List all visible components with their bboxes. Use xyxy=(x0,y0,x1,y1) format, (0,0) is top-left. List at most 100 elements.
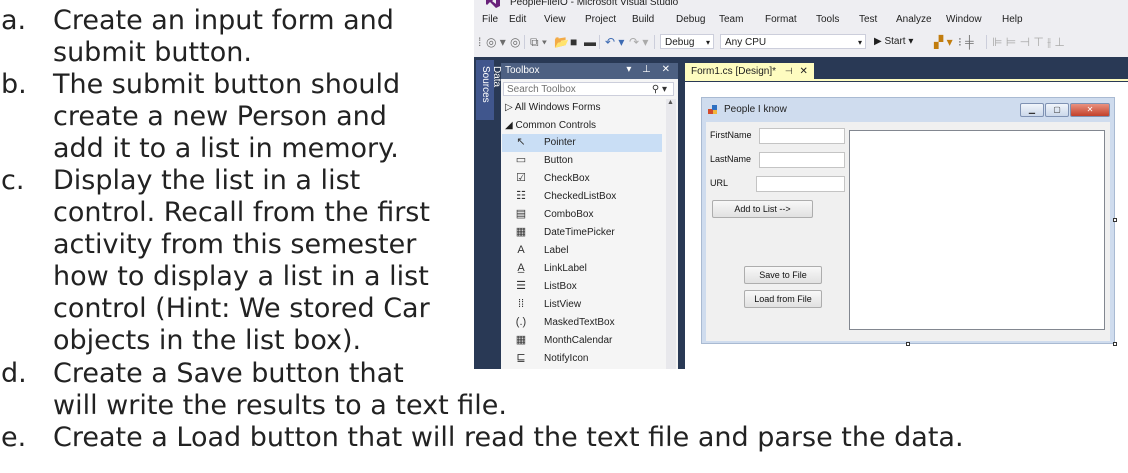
designed-form[interactable]: People I know ▁ ▢ ✕ FirstName LastName U… xyxy=(701,97,1115,344)
data-sources-tab[interactable]: Data Sources xyxy=(476,60,502,120)
search-icon[interactable]: ⚲ ▾ xyxy=(652,83,667,96)
toolbox-item-maskedtextbox[interactable]: (.) MaskedTextBox xyxy=(502,314,662,332)
save-icon[interactable]: ■ xyxy=(570,34,577,50)
task-text: The submit button should xyxy=(53,69,401,100)
toolbox-item-monthcalendar[interactable]: ▦ MonthCalendar xyxy=(502,332,662,350)
resize-handle[interactable] xyxy=(1113,218,1117,222)
save-to-file-button[interactable]: Save to File xyxy=(744,266,822,284)
toolbar: ⁞ ◎ ▾ ◎ ⧉ ▾ 📂 ■ ▬ ↶ ▾ ↷ ▾ Debug ▾ Any CP… xyxy=(474,31,1128,53)
new-project-icon[interactable]: ⧉ ▾ xyxy=(530,34,547,50)
monthcalendar-icon: ▦ xyxy=(515,334,527,346)
toolbox-panel: Toolbox ▾ ⊥ ✕ Search Toolbox ⚲ ▾ ▲ ▷ All… xyxy=(501,63,678,369)
pin-icon[interactable]: ⊣ xyxy=(785,66,793,76)
save-all-icon[interactable]: ▬ xyxy=(584,34,596,50)
menu-item-edit[interactable]: Edit xyxy=(509,14,526,25)
menu-item-build[interactable]: Build xyxy=(632,14,654,25)
close-button[interactable]: ✕ xyxy=(1070,103,1110,117)
close-icon[interactable]: ✕ xyxy=(799,66,807,77)
toolbox-item-checkbox[interactable]: ☑ CheckBox xyxy=(502,170,662,188)
menu-item-window[interactable]: Window xyxy=(946,14,982,25)
open-file-icon[interactable]: 📂 xyxy=(554,34,569,50)
pointer-icon: ↖ xyxy=(516,136,526,148)
toolbox-item-notifyicon[interactable]: ⊑ NotifyIcon xyxy=(502,350,662,368)
toolbox-item-label: ListBox xyxy=(544,281,577,292)
platform-select[interactable]: Any CPU ▾ xyxy=(720,34,866,49)
menu-item-format[interactable]: Format xyxy=(765,14,797,25)
toolbox-item-linklabel[interactable]: A̲ LinkLabel xyxy=(502,260,662,278)
menu-item-analyze[interactable]: Analyze xyxy=(896,14,932,25)
checkbox-icon: ☑ xyxy=(516,172,526,184)
load-from-file-button[interactable]: Load from File xyxy=(744,290,822,308)
combobox-icon: ▤ xyxy=(515,208,527,220)
people-list-box[interactable] xyxy=(849,130,1105,330)
redo-icon[interactable]: ↷ ▾ xyxy=(629,34,648,50)
lastname-label: LastName xyxy=(710,154,752,164)
toolbox-item-label[interactable]: A Label xyxy=(502,242,662,260)
undo-icon[interactable]: ↶ ▾ xyxy=(605,34,624,50)
menu-item-file[interactable]: File xyxy=(482,14,498,25)
firstname-input[interactable] xyxy=(759,128,845,144)
chevron-down-icon: ▾ xyxy=(857,38,862,47)
menu-bar: File Edit View Project Build Debug Team Format T… xyxy=(474,12,1128,30)
toolbox-window-controls[interactable]: ▾ ⊥ ✕ xyxy=(626,64,674,75)
toolbox-item-label: Pointer xyxy=(544,137,576,148)
toolbox-item-combobox[interactable]: ▤ ComboBox xyxy=(502,206,662,224)
menu-item-debug[interactable]: Debug xyxy=(676,14,705,25)
toolbox-item-listview[interactable]: ⁞⁞ ListView xyxy=(502,296,662,314)
toolbox-item-datetimepicker[interactable]: ▦ DateTimePicker xyxy=(502,224,662,242)
task-letter: e. xyxy=(1,422,27,453)
toolbox-item-checkedlistbox[interactable]: ☷ CheckedListBox xyxy=(502,188,662,206)
toolbox-header: Toolbox ▾ ⊥ ✕ xyxy=(501,63,678,79)
task-letter: d. xyxy=(1,358,27,389)
toolbox-title: Toolbox xyxy=(505,65,540,76)
label-icon: A xyxy=(517,244,525,256)
toolbox-item-pointer[interactable]: ↖ Pointer xyxy=(502,134,662,152)
group-common-controls[interactable]: ◢ Common Controls xyxy=(505,120,596,131)
task-letter: b. xyxy=(1,69,27,100)
menu-item-help[interactable]: Help xyxy=(1002,14,1023,25)
menu-item-tools[interactable]: Tools xyxy=(816,14,839,25)
platform-value: Any CPU xyxy=(725,37,767,48)
lastname-input[interactable] xyxy=(759,152,845,168)
menu-item-view[interactable]: View xyxy=(544,14,566,25)
tab-form1-design[interactable]: Form1.cs [Design]* ⊣ ✕ xyxy=(685,63,814,79)
toolbox-item-label: MonthCalendar xyxy=(544,335,613,346)
listbox-icon: ☰ xyxy=(516,280,526,292)
menu-item-team[interactable]: Team xyxy=(719,14,743,25)
add-to-list-button[interactable]: Add to List --> xyxy=(712,200,813,218)
form-icon xyxy=(708,105,717,114)
button-icon: ▭ xyxy=(515,154,527,166)
form-title-bar: People I know ▁ ▢ ✕ xyxy=(702,98,1114,122)
toolbox-scrollbar[interactable]: ▲ xyxy=(666,99,676,369)
toolbar-separator xyxy=(986,35,987,49)
task-text: submit button. xyxy=(53,37,252,68)
toolbox-item-label: CheckBox xyxy=(544,173,590,184)
attach-icon[interactable]: ▞ ▾ xyxy=(934,34,953,50)
toolbox-item-button[interactable]: ▭ Button xyxy=(502,152,662,170)
toolbox-item-label: NotifyIcon xyxy=(544,353,589,364)
solution-config-select[interactable]: Debug ▾ xyxy=(660,34,714,49)
resize-handle[interactable] xyxy=(1113,342,1117,346)
minimize-button[interactable]: ▁ xyxy=(1020,103,1044,117)
maximize-button[interactable]: ▢ xyxy=(1045,103,1069,117)
back-icon[interactable]: ◎ ▾ xyxy=(486,34,506,50)
toolbox-item-listbox[interactable]: ☰ ListBox xyxy=(502,278,662,296)
task-text: Create an input form and xyxy=(53,5,394,36)
menu-item-test[interactable]: Test xyxy=(859,14,877,25)
visual-studio-window: PeopleFileIO - Microsoft Visual Studio F… xyxy=(474,0,1128,369)
form-client-area: FirstName LastName URL Add to List --> S… xyxy=(706,122,1110,341)
align-icons[interactable]: ⊫ ⊨ ⊣ ⊤ ⫲ ⊥ xyxy=(992,34,1065,50)
scroll-up-icon[interactable]: ▲ xyxy=(667,99,674,106)
resize-handle[interactable] xyxy=(906,342,910,346)
toolbox-search-input[interactable]: Search Toolbox ⚲ ▾ xyxy=(503,82,674,96)
url-input[interactable] xyxy=(756,176,845,192)
firstname-label: FirstName xyxy=(710,130,752,140)
toolbox-item-label: ListView xyxy=(544,299,582,310)
menu-item-project[interactable]: Project xyxy=(585,14,616,25)
group-all-windows-forms[interactable]: ▷ All Windows Forms xyxy=(505,102,600,113)
start-button[interactable]: ▶ Start ▾ xyxy=(874,34,913,50)
task-line: c. Display the list in a list xyxy=(1,165,360,197)
forward-icon[interactable]: ◎ xyxy=(510,34,520,50)
toolbox-item-label: CheckedListBox xyxy=(544,191,617,202)
align-left-icon[interactable]: ⁝ ╪ xyxy=(958,34,974,50)
